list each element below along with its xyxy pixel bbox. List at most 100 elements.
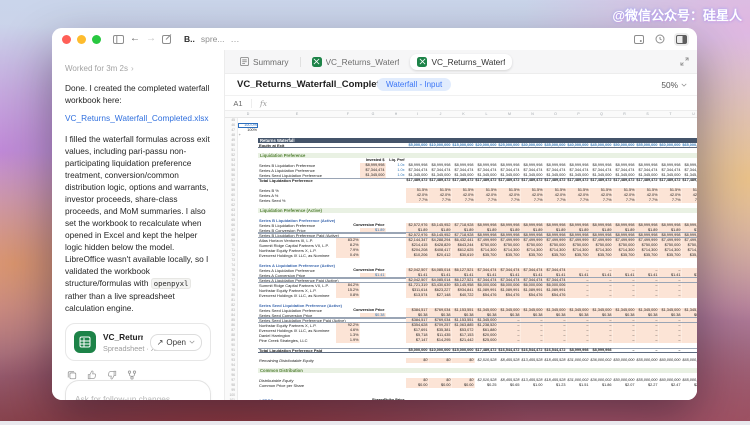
- cell[interactable]: [360, 203, 386, 208]
- cell[interactable]: [659, 398, 682, 400]
- column-header[interactable]: S: [636, 111, 659, 117]
- cell[interactable]: [544, 133, 567, 138]
- compose-icon[interactable]: [162, 34, 172, 44]
- history-icon[interactable]: [653, 32, 667, 46]
- cell[interactable]: [544, 398, 567, 400]
- column-header[interactable]: F: [336, 111, 360, 117]
- preview-tab-vc-returns-waterf[interactable]: VC_Returns_Waterf: [410, 53, 513, 70]
- cell[interactable]: [475, 363, 498, 368]
- cell[interactable]: [613, 133, 636, 138]
- cell[interactable]: [498, 148, 521, 153]
- cell[interactable]: [636, 363, 659, 368]
- cell[interactable]: [429, 398, 452, 400]
- cell[interactable]: [544, 148, 567, 153]
- cell[interactable]: [452, 203, 475, 208]
- spreadsheet-grid[interactable]: D E F G H I J K L M N O P Q R S T U 45 46 100.0% 47 100% 48 +49 R…: [225, 111, 697, 400]
- followup-input[interactable]: [75, 394, 201, 400]
- cell[interactable]: [475, 133, 498, 138]
- cell[interactable]: [336, 203, 360, 208]
- cell[interactable]: [613, 148, 636, 153]
- sidebar-toggle-icon[interactable]: [113, 34, 124, 44]
- row-label-cell[interactable]: [258, 133, 336, 138]
- row-label-cell[interactable]: [258, 203, 336, 208]
- cell[interactable]: [360, 363, 386, 368]
- file-card[interactable]: VC_Returns_Waterf... Spreadsheet · XLSX …: [65, 323, 211, 361]
- cell[interactable]: [636, 398, 659, 400]
- cell[interactable]: [360, 133, 386, 138]
- preview-tab-vc-returns-waterf[interactable]: VC_Returns_Waterf: [305, 54, 407, 70]
- cell[interactable]: [613, 398, 636, 400]
- zoom-control[interactable]: 50%: [661, 80, 687, 90]
- column-header[interactable]: N: [521, 111, 544, 117]
- cell[interactable]: [336, 133, 360, 138]
- back-icon[interactable]: ←: [130, 34, 140, 44]
- cell[interactable]: [406, 398, 429, 400]
- close-window-button[interactable]: [62, 34, 71, 44]
- file-link[interactable]: VC_Returns_Waterfall_Completed.xlsx: [65, 113, 211, 124]
- cell[interactable]: [386, 203, 406, 208]
- column-header[interactable]: K: [452, 111, 475, 117]
- column-header[interactable]: J: [429, 111, 452, 117]
- title-menu-icon[interactable]: …: [231, 34, 241, 44]
- forward-icon[interactable]: →: [146, 34, 156, 44]
- sheet-row[interactable]: 51: [225, 148, 697, 153]
- worked-duration[interactable]: Worked for 3m 2s ›: [65, 64, 211, 73]
- cell[interactable]: [567, 203, 590, 208]
- cell[interactable]: [521, 203, 544, 208]
- cell[interactable]: [636, 203, 659, 208]
- cell[interactable]: [682, 133, 697, 138]
- cell[interactable]: [659, 363, 682, 368]
- cell[interactable]: [567, 133, 590, 138]
- column-header[interactable]: L: [475, 111, 498, 117]
- cell[interactable]: [590, 133, 613, 138]
- row-label-cell[interactable]: # FDSO: [258, 398, 336, 400]
- expand-icon[interactable]: [680, 53, 689, 71]
- row-label-cell[interactable]: [258, 148, 336, 153]
- cell[interactable]: [498, 133, 521, 138]
- cell[interactable]: [659, 203, 682, 208]
- column-header[interactable]: D: [238, 111, 258, 117]
- cell[interactable]: [386, 363, 406, 368]
- copy-icon[interactable]: [67, 370, 77, 380]
- row-label-cell[interactable]: [258, 363, 336, 368]
- cell[interactable]: [475, 398, 498, 400]
- zoom-window-button[interactable]: [92, 34, 101, 44]
- cell[interactable]: [360, 148, 386, 153]
- cell[interactable]: [590, 203, 613, 208]
- cell[interactable]: [590, 363, 613, 368]
- cell[interactable]: [544, 363, 567, 368]
- cell[interactable]: [544, 203, 567, 208]
- cell[interactable]: Strike Price: [384, 398, 406, 400]
- cell[interactable]: [386, 133, 406, 138]
- active-sheet-pill[interactable]: Waterfall - Input: [377, 77, 452, 91]
- column-header[interactable]: P: [567, 111, 590, 117]
- sheet-row[interactable]: 101 # FDSO SharesStrike Price: [225, 398, 697, 400]
- cell[interactable]: [613, 363, 636, 368]
- cell[interactable]: [659, 133, 682, 138]
- thumbs-up-icon[interactable]: [87, 370, 97, 380]
- minimize-window-button[interactable]: [77, 34, 86, 44]
- cell[interactable]: [567, 363, 590, 368]
- cell[interactable]: [521, 133, 544, 138]
- cell[interactable]: [659, 148, 682, 153]
- column-header[interactable]: H: [386, 111, 406, 117]
- column-header[interactable]: E: [258, 111, 336, 117]
- cell[interactable]: [336, 148, 360, 153]
- column-header[interactable]: R: [613, 111, 636, 117]
- cell[interactable]: [475, 203, 498, 208]
- cell[interactable]: [590, 398, 613, 400]
- cell[interactable]: [406, 148, 429, 153]
- column-header[interactable]: I: [406, 111, 429, 117]
- cell[interactable]: [452, 148, 475, 153]
- cell[interactable]: [521, 148, 544, 153]
- cell[interactable]: [429, 148, 452, 153]
- cell[interactable]: [567, 148, 590, 153]
- thumbs-down-icon[interactable]: [107, 370, 117, 380]
- open-file-button[interactable]: ↗ Open: [149, 333, 202, 351]
- cell[interactable]: [406, 203, 429, 208]
- cell[interactable]: [336, 398, 360, 400]
- sheet-row[interactable]: 48 +: [225, 133, 697, 138]
- cell-name-box[interactable]: A1: [225, 98, 252, 108]
- cell[interactable]: [521, 363, 544, 368]
- preview-tab-summary[interactable]: Summary: [233, 54, 296, 70]
